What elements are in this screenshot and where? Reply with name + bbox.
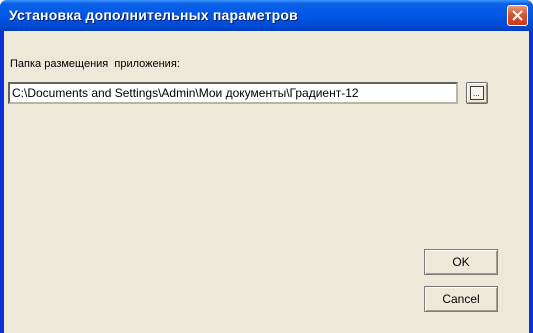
dialog-window: Установка дополнительных параметров Папк… xyxy=(0,0,533,333)
close-icon xyxy=(512,10,523,21)
dialog-body: Папка размещения приложения: ... OK Canc… xyxy=(4,31,529,333)
browse-icon: ... xyxy=(470,86,484,100)
browse-label: ... xyxy=(473,89,480,98)
close-button[interactable] xyxy=(507,5,528,26)
title-bar[interactable]: Установка дополнительных параметров xyxy=(0,0,533,31)
install-folder-label: Папка размещения приложения: xyxy=(10,58,180,70)
window-title: Установка дополнительных параметров xyxy=(9,7,298,23)
browse-button[interactable]: ... xyxy=(466,82,488,104)
cancel-button[interactable]: Cancel xyxy=(424,286,498,312)
ok-button[interactable]: OK xyxy=(424,249,498,275)
install-folder-input[interactable] xyxy=(8,82,458,104)
